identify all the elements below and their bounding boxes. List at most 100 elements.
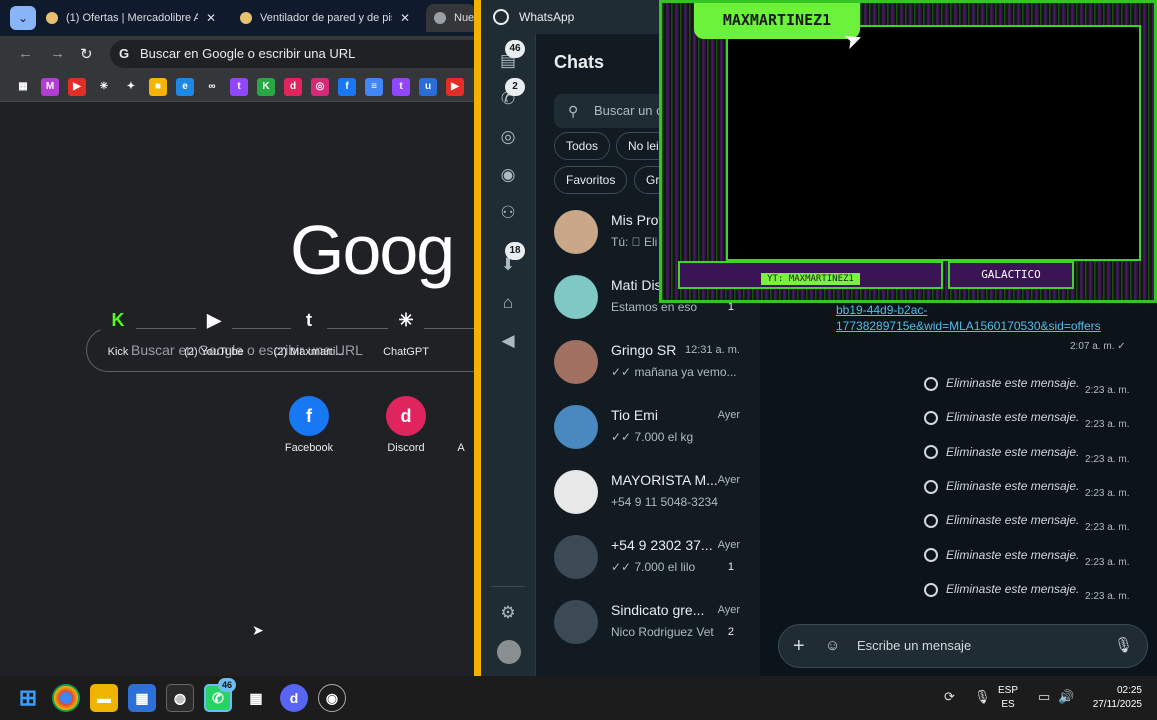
sticker-icon[interactable]: ☺ xyxy=(825,625,840,667)
calculator-icon[interactable]: ▦ xyxy=(242,684,270,712)
chat-preview: ✓✓ 7.000 el kg xyxy=(611,430,694,444)
volume-icon[interactable]: 🔊 xyxy=(1058,689,1074,705)
keep-icon[interactable]: ■ xyxy=(149,77,167,96)
shortcut-icon: d xyxy=(386,396,426,436)
youtube-icon[interactable]: ▶ xyxy=(68,77,86,96)
deleted-icon xyxy=(924,445,938,460)
shortcut-tile[interactable]: f Facebook xyxy=(264,396,354,454)
shortcut-tile[interactable]: ▶ (2) YouTube xyxy=(169,300,259,358)
filter-favoritos[interactable]: Favoritos xyxy=(554,166,628,194)
compose-placeholder: Escribe un mensaje xyxy=(857,638,972,653)
avatar xyxy=(554,340,598,384)
gemini-icon[interactable]: ✦ xyxy=(122,77,140,96)
discord-taskbar-icon[interactable]: d xyxy=(280,684,308,712)
shortcut-tile[interactable]: d Discord xyxy=(361,396,451,454)
channels-icon[interactable]: ◉ xyxy=(497,164,519,186)
avatar xyxy=(554,535,598,579)
lang-line1: ESP xyxy=(998,685,1019,696)
shortcut-tile[interactable]: K Kick xyxy=(73,300,163,358)
edge-icon[interactable]: e xyxy=(176,77,194,96)
mercadolibre-icon xyxy=(240,12,252,24)
store-icon[interactable]: ⌂ xyxy=(497,292,519,314)
deleted-icon xyxy=(924,376,938,391)
chat-preview: +54 9 11 5048-3234 xyxy=(611,495,718,509)
filter-todos[interactable]: Todos xyxy=(554,132,611,160)
google-icon: G xyxy=(119,46,130,61)
clock[interactable]: 02:25 27/11/2025 xyxy=(1084,684,1142,712)
file-explorer-icon[interactable]: ▬ xyxy=(90,684,118,712)
chat-time: Ayer xyxy=(717,474,740,486)
app-icon[interactable]: ▦ xyxy=(128,684,156,712)
meta-icon[interactable]: ∞ xyxy=(203,77,221,96)
avatar xyxy=(554,405,598,449)
obs-icon[interactable]: ◉ xyxy=(318,684,346,712)
chat-row[interactable]: Sindicato gre... Ayer Nico Rodriguez Vet 2 xyxy=(536,590,759,654)
chat-time: Ayer xyxy=(717,409,740,421)
chat-row[interactable]: +54 9 2302 37... Ayer ✓✓ 7.000 el lilo 1 xyxy=(536,525,759,589)
shortcut-tile[interactable]: A xyxy=(446,396,476,454)
shortcut-label: (2) YouTube xyxy=(184,346,244,358)
tab-title: Ventilador de pared y de pis xyxy=(260,12,392,24)
chat-row[interactable]: MAYORISTA M... Ayer +54 9 11 5048-3234 xyxy=(536,460,759,524)
back-icon[interactable]: ← xyxy=(18,45,33,62)
kick-icon[interactable]: K xyxy=(257,77,275,96)
mic-tray-icon[interactable]: 🎙 xyxy=(974,689,991,705)
chats-badge: 46 xyxy=(505,40,525,58)
attach-plus-icon[interactable]: + xyxy=(793,625,805,667)
compose-box[interactable]: + ☺ Escribe un mensaje 🎙 xyxy=(778,624,1148,668)
chatgpt-icon[interactable]: ✳ xyxy=(95,77,113,96)
megaphone-icon[interactable]: ◀ xyxy=(497,330,519,352)
tab-ventilador[interactable]: Ventilador de pared y de pis ✕ xyxy=(240,4,416,32)
chat-row[interactable]: Gringo SR 12:31 a. m. ✓✓ mañana ya vemo... xyxy=(536,330,759,394)
message-link[interactable]: bb19-44d9-b2ac-17738289715e&wid=MLA15601… xyxy=(836,302,1136,334)
clock-date: 27/11/2025 xyxy=(1092,699,1142,710)
message-text: Eliminaste este mensaje. xyxy=(946,513,1080,528)
youtube2-icon[interactable]: ▶ xyxy=(446,77,464,96)
github-icon[interactable]: ◍ xyxy=(166,684,194,712)
settings-icon[interactable]: ⚙ xyxy=(497,602,519,624)
shortcut-tile[interactable]: t (2) Maxmarti... xyxy=(264,300,354,358)
apps-icon[interactable]: ▦ xyxy=(14,77,32,96)
microphone-icon[interactable]: 🎙 xyxy=(1114,625,1133,667)
close-icon[interactable]: ✕ xyxy=(206,11,216,25)
twitch2-icon[interactable]: t xyxy=(392,77,410,96)
docs-icon[interactable]: ≡ xyxy=(365,77,383,96)
unread-count: 1 xyxy=(727,561,734,573)
message-time: 2:07 a. m. ✓ xyxy=(1070,341,1126,352)
nav-rail: ▤ 46 ✆ 2 ◎ ◉ ⚇ ⬇ 18 ⌂ ◀ ⚙ xyxy=(481,34,535,676)
address-bar[interactable]: G Buscar en Google o escribir una URL xyxy=(110,40,476,68)
chat-row[interactable]: Tio Emi Ayer ✓✓ 7.000 el kg xyxy=(536,395,759,459)
status-icon[interactable]: ◎ xyxy=(497,126,519,148)
app-title: WhatsApp xyxy=(519,10,575,24)
u-icon[interactable]: u xyxy=(419,77,437,96)
facebook-icon[interactable]: f xyxy=(338,77,356,96)
sync-icon[interactable]: ⟳ xyxy=(944,689,955,705)
instagram-icon[interactable]: ◎ xyxy=(311,77,329,96)
message-time: 2:23 a. m. xyxy=(1085,590,1130,602)
chrome-icon xyxy=(434,12,446,24)
forward-icon[interactable]: → xyxy=(50,45,65,62)
tab-mercadolibre[interactable]: (1) Ofertas | Mercadolibre Ar ✕ xyxy=(46,4,228,32)
network-icon[interactable]: ▭ xyxy=(1038,689,1050,705)
tab-new[interactable]: Nue xyxy=(426,4,476,32)
calls-badge: 2 xyxy=(505,78,525,96)
window-divider xyxy=(474,0,481,676)
chrome-taskbar-icon[interactable] xyxy=(52,684,80,712)
message-time: 2:23 a. m. xyxy=(1085,522,1130,534)
language-indicator[interactable]: ESP ES xyxy=(998,684,1018,712)
mercado-icon[interactable]: M xyxy=(41,77,59,96)
communities-icon[interactable]: ⚇ xyxy=(497,202,519,224)
google-logo: Goog xyxy=(290,211,455,289)
tab-search-button[interactable]: ⌄ xyxy=(10,6,36,30)
discord-icon[interactable]: d xyxy=(284,77,302,96)
message-time: 2:23 a. m. xyxy=(1085,453,1130,465)
windows-start-icon[interactable]: ⊞ xyxy=(14,684,42,712)
close-icon[interactable]: ✕ xyxy=(400,11,410,25)
reload-icon[interactable]: ↻ xyxy=(80,45,93,63)
shortcut-tile[interactable]: ✳ ChatGPT xyxy=(361,300,451,358)
chat-time: 12:31 a. m. xyxy=(684,344,740,356)
bookmarks-bar: ▦ M ▶ ✳ ✦ ■ e ∞ t Kd ◎ f ≡ t u ▶ xyxy=(0,72,476,102)
profile-avatar[interactable] xyxy=(497,640,521,664)
message-text: Eliminaste este mensaje. xyxy=(946,376,1080,390)
twitch-icon[interactable]: t xyxy=(230,77,248,96)
